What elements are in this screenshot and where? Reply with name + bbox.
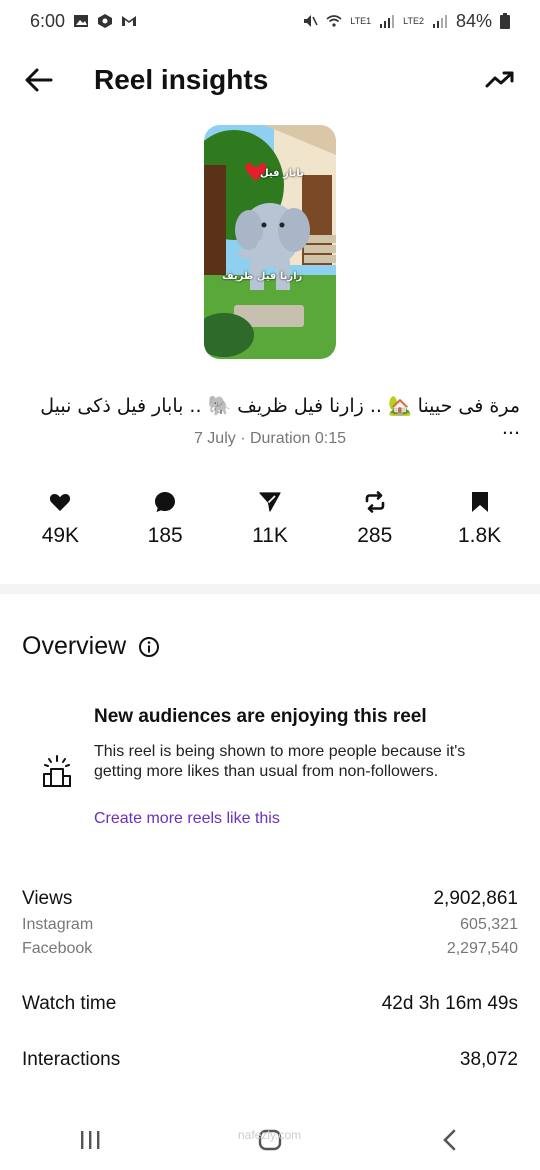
podium-icon	[43, 755, 71, 787]
interactions-label: Interactions	[22, 1049, 121, 1070]
views-label: Views	[22, 888, 73, 909]
arrow-left-icon	[25, 68, 53, 92]
interactions-row: Interactions 38,072	[22, 1049, 518, 1071]
repost-icon	[365, 491, 385, 513]
heart-icon	[50, 494, 71, 511]
instagram-value: 605,321	[460, 916, 518, 933]
status-bar: 6:00 LTE1 LTE2 84%	[0, 0, 540, 42]
gmail-icon	[122, 16, 137, 26]
audience-title: New audiences are enjoying this reel	[94, 706, 427, 727]
sim2-label: LTE2	[403, 15, 424, 26]
bookmark-icon	[471, 492, 488, 512]
stat-shares[interactable]: 11K	[225, 490, 315, 560]
stat-value: 1.8K	[457, 524, 502, 547]
stat-comments[interactable]: 185	[120, 490, 210, 560]
overview-title: Overview	[22, 632, 127, 660]
mute-icon	[304, 15, 318, 27]
overview-heading: Overview	[22, 632, 160, 661]
gallery-icon	[74, 15, 89, 27]
clock: 6:00	[30, 10, 66, 31]
chevron-left-icon	[443, 1129, 456, 1151]
reel-thumbnail[interactable]: بابار فيل زارنا فيل ظريف	[204, 125, 336, 359]
signal-icon	[380, 15, 395, 28]
audience-body: This reel is being shown to more people …	[94, 743, 466, 780]
create-more-reels-link[interactable]: Create more reels like this	[94, 810, 280, 828]
recent-apps-button[interactable]	[65, 1120, 115, 1160]
sim1-label: LTE1	[350, 15, 372, 26]
facebook-label: Facebook	[22, 940, 93, 957]
thumbnail-caption-top: بابار فيل	[260, 168, 304, 179]
stat-value: 185	[147, 524, 183, 547]
stat-value: 285	[357, 524, 393, 547]
watch-time-label: Watch time	[22, 993, 117, 1014]
watch-time-value: 42d 3h 16m 49s	[381, 993, 518, 1014]
hexagon-app-icon	[98, 14, 113, 28]
views-row: Views 2,902,861	[22, 888, 518, 910]
thumbnail-caption-mid: زارنا فيل ظريف	[222, 271, 303, 282]
facebook-value: 2,297,540	[446, 940, 518, 957]
battery-percent: 84%	[455, 10, 492, 31]
watch-time-row: Watch time 42d 3h 16m 49s	[22, 993, 518, 1015]
page-title: Reel insights	[94, 64, 269, 95]
engagement-stats: 49K 185 11K 285 1.8K	[0, 490, 540, 560]
info-icon[interactable]	[138, 636, 160, 658]
stat-reposts[interactable]: 285	[330, 490, 420, 560]
trending-up-icon	[485, 71, 514, 88]
watermark: nafezly.com	[238, 1128, 302, 1142]
section-divider	[0, 584, 540, 594]
wifi-icon	[326, 15, 342, 27]
views-value: 2,902,861	[433, 888, 518, 909]
back-button[interactable]	[22, 63, 56, 97]
trending-button[interactable]	[482, 62, 518, 98]
instagram-row: Instagram 605,321	[22, 916, 518, 934]
instagram-label: Instagram	[22, 916, 94, 933]
signal-icon	[432, 15, 447, 28]
app-header: Reel insights	[0, 52, 540, 108]
facebook-row: Facebook 2,297,540	[22, 940, 518, 958]
stat-value: 49K	[41, 524, 80, 547]
back-nav-button[interactable]	[425, 1120, 475, 1160]
stat-likes[interactable]: 49K	[15, 490, 105, 560]
share-icon	[259, 492, 281, 512]
stat-value: 11K	[252, 524, 288, 547]
reel-meta: 7 July · Duration 0:15	[193, 430, 347, 447]
comment-icon	[155, 492, 176, 512]
battery-icon	[500, 13, 510, 29]
interactions-value: 38,072	[459, 1049, 518, 1070]
stat-saves[interactable]: 1.8K	[435, 490, 525, 560]
recent-apps-icon	[81, 1131, 100, 1149]
reel-thumbnail-image	[204, 125, 336, 359]
